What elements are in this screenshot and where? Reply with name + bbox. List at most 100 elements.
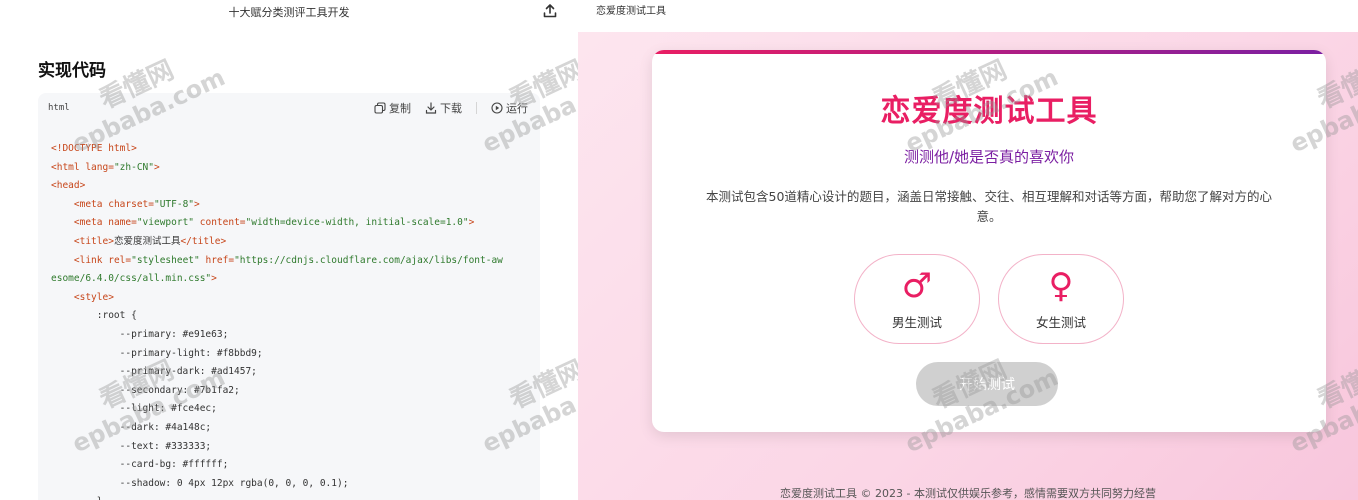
code-token: "UTF-8" (153, 198, 195, 210)
run-button[interactable]: 运行 (491, 100, 528, 116)
copy-button[interactable]: 复制 (374, 100, 411, 116)
code-token: lang= (85, 161, 114, 173)
code-token: } (51, 496, 103, 500)
code-pane: 十大赋分类测评工具开发 实现代码 html 复制 下载 运行 <!DOCTYPE… (0, 0, 578, 500)
code-block: html 复制 下载 运行 <!DOCTYPE html> <html lang… (38, 93, 540, 500)
code-line: --primary-dark: #ad1457; (51, 363, 533, 382)
upload-button[interactable] (539, 0, 561, 22)
code-token: "https://cdnjs.cloudflare.com/ajax/libs/… (234, 254, 503, 266)
code-token: --text: #333333; (51, 440, 212, 452)
code-line: } (51, 493, 533, 500)
code-line: <meta name="viewport" content="width=dev… (51, 214, 533, 233)
code-token: <meta (73, 217, 109, 229)
run-label: 运行 (506, 102, 528, 115)
code-token: 恋爱度测试工具 (113, 235, 181, 247)
code-token: "zh-CN" (113, 161, 154, 173)
male-icon: ♂ (901, 265, 933, 306)
card-subtitle: 测测他/她是否真的喜欢你 (903, 148, 1075, 166)
preview-header: 恋爱度测试工具 (578, 0, 1358, 32)
code-token: <link (73, 254, 109, 266)
download-button[interactable]: 下载 (425, 100, 462, 116)
code-token: <html (51, 161, 86, 173)
app-root: 十大赋分类测评工具开发 实现代码 html 复制 下载 运行 <!DOCTYPE… (0, 0, 1358, 500)
code-token: <title> (73, 235, 114, 247)
code-content: <!DOCTYPE html> <html lang="zh-CN"> <head>… (51, 140, 533, 500)
document-title: 十大赋分类测评工具开发 (228, 6, 350, 19)
code-token: <!DOCTYPE html> (51, 143, 137, 154)
code-token: "viewport" (136, 217, 195, 229)
code-token: <style> (73, 291, 114, 303)
code-line: --card-bg: #ffffff; (51, 456, 533, 475)
code-language-label: html (48, 103, 70, 113)
code-line: <meta charset="UTF-8"> (51, 196, 533, 215)
code-line: --secondary: #7b1fa2; (51, 382, 533, 401)
download-label: 下载 (440, 102, 462, 115)
male-test-button[interactable]: ♂ 男生测试 (854, 254, 980, 344)
female-test-label: 女生测试 (1035, 314, 1086, 330)
code-token: content= (194, 217, 246, 229)
code-line: --light: #fce4ec; (51, 400, 533, 419)
code-token: > (468, 217, 475, 229)
code-token: --secondary: #7b1fa2; (51, 384, 240, 396)
female-test-button[interactable]: ♀ 女生测试 (998, 254, 1124, 344)
code-block-header: html 复制 下载 运行 (38, 93, 540, 127)
code-line: :root { (51, 307, 533, 326)
upload-icon (543, 4, 557, 18)
code-token: name= (108, 217, 137, 229)
code-token: :root { (51, 310, 137, 322)
code-token: --primary: #e91e63; (51, 328, 229, 340)
code-token: esome/6.4.0/css/all.min.css" (51, 273, 212, 285)
test-card: 恋爱度测试工具 测测他/她是否真的喜欢你 本测试包含50道精心设计的题目，涵盖日… (652, 50, 1326, 432)
code-token: --shadow: 0 4px 12px rgba(0, 0, 0, 0.1); (51, 477, 349, 489)
code-token: </title> (180, 235, 227, 247)
code-token: > (153, 161, 160, 173)
download-icon (425, 102, 437, 114)
code-line: esome/6.4.0/css/all.min.css"> (51, 270, 533, 289)
female-icon: ♀ (1048, 265, 1074, 306)
code-actions: 复制 下载 运行 (374, 100, 528, 116)
code-token: --card-bg: #ffffff; (51, 459, 229, 471)
footer-text: 恋爱度测试工具 © 2023 - 本测试仅供娱乐参考，感情需要双方共同努力经营 (780, 487, 1156, 500)
code-line: <head> (51, 177, 533, 196)
card-accent-bar (652, 50, 1326, 54)
preview-tab-title: 恋爱度测试工具 (596, 6, 666, 17)
code-line: <title>恋爱度测试工具</title> (51, 233, 533, 252)
code-token: --dark: #4a148c; (51, 421, 212, 433)
code-line: <!DOCTYPE html> (51, 140, 533, 159)
card-description: 本测试包含50道精心设计的题目，涵盖日常接触、交往、相互理解和对话等方面，帮助您… (706, 189, 1272, 224)
code-line: <link rel="stylesheet" href="https://cdn… (51, 252, 533, 271)
copy-label: 复制 (389, 102, 411, 115)
code-line: --shadow: 0 4px 12px rgba(0, 0, 0, 0.1); (51, 475, 533, 494)
code-token: "width=device-width, initial-scale=1.0" (245, 217, 469, 229)
code-token: > (194, 198, 200, 210)
code-line: --primary: #e91e63; (51, 326, 533, 345)
code-token: --primary-dark: #ad1457; (51, 366, 257, 378)
copy-icon (374, 102, 386, 114)
action-divider (476, 102, 477, 114)
code-token: --primary-light: #f8bbd9; (51, 347, 263, 359)
code-token: charset= (108, 198, 154, 210)
code-line: <html lang="zh-CN"> (51, 159, 533, 178)
code-line: --primary-light: #f8bbd9; (51, 345, 533, 364)
card-title: 恋爱度测试工具 (880, 94, 1098, 129)
code-token: <head> (51, 180, 86, 192)
code-token: rel= (108, 254, 132, 266)
code-token: --light: #fce4ec; (51, 403, 217, 415)
gender-options: ♂ 男生测试 ♀ 女生测试 (652, 254, 1326, 344)
code-token: <meta (73, 198, 109, 210)
code-token: "stylesheet" (131, 254, 200, 266)
run-icon (491, 102, 503, 114)
code-token: href= (199, 254, 235, 266)
preview-pane: 恋爱度测试工具 恋爱度测试工具 测测他/她是否真的喜欢你 本测试包含50道精心设… (578, 0, 1358, 500)
code-line: <style> (51, 289, 533, 308)
start-test-button[interactable]: 开始测试 (916, 362, 1058, 406)
code-line: --dark: #4a148c; (51, 419, 533, 438)
male-test-label: 男生测试 (891, 314, 942, 330)
section-heading: 实现代码 (38, 61, 106, 81)
code-token: > (211, 273, 217, 285)
